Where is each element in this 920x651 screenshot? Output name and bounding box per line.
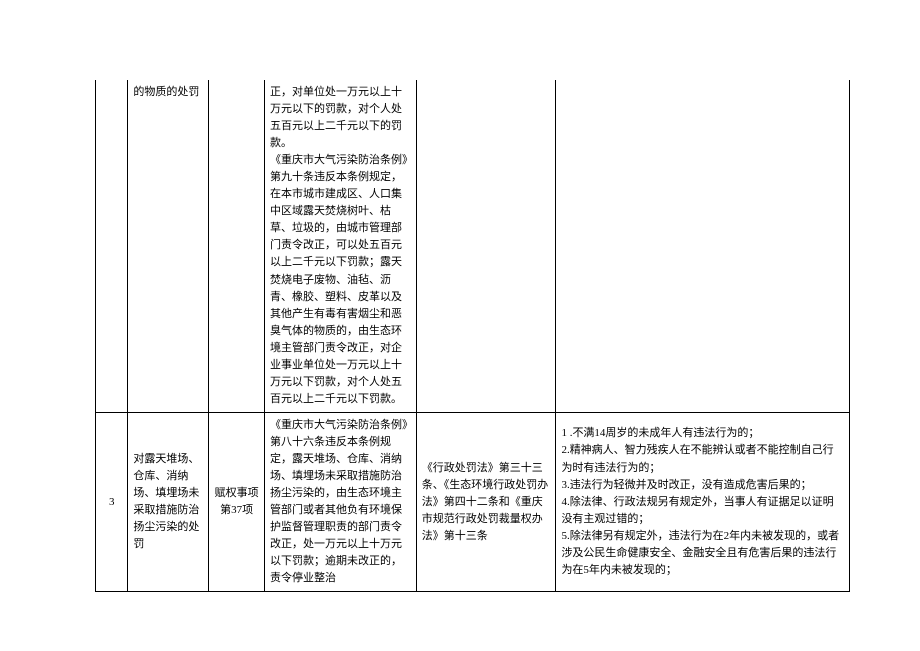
table-row: 的物质的处罚 正，对单位处一万元以上十万元以下的罚款，对个人处五百元以上二千元以… xyxy=(96,80,850,412)
table-row: 3 对露天堆场、仓库、消纳场、填埋场未采取措施防治扬尘污染的处罚 赋权事项第37… xyxy=(96,412,850,591)
item-name: 的物质的处罚 xyxy=(128,80,209,412)
regulation-table: 的物质的处罚 正，对单位处一万元以上十万元以下的罚款，对个人处五百元以上二千元以… xyxy=(95,80,850,592)
discretion xyxy=(556,80,850,412)
discretion: 1 .不满14周岁的未成年人有违法行为的；2.精神病人、智力残疾人在不能辨认或者… xyxy=(556,412,850,591)
legal-basis: 《重庆市大气污染防治条例》第八十六条违反本条例规定，露天堆场、仓库、消纳场、填埋… xyxy=(264,412,416,591)
authority: 赋权事项第37项 xyxy=(209,412,265,591)
item-name: 对露天堆场、仓库、消纳场、填埋场未采取措施防治扬尘污染的处罚 xyxy=(128,412,209,591)
legal-basis: 正，对单位处一万元以上十万元以下的罚款，对个人处五百元以上二千元以下的罚款。《重… xyxy=(264,80,416,412)
row-index xyxy=(96,80,128,412)
procedure xyxy=(416,80,556,412)
row-index: 3 xyxy=(96,412,128,591)
authority xyxy=(209,80,265,412)
procedure: 《行政处罚法》第三十三条、《生态环境行政处罚办法》第四十二条和《重庆市规范行政处… xyxy=(416,412,556,591)
